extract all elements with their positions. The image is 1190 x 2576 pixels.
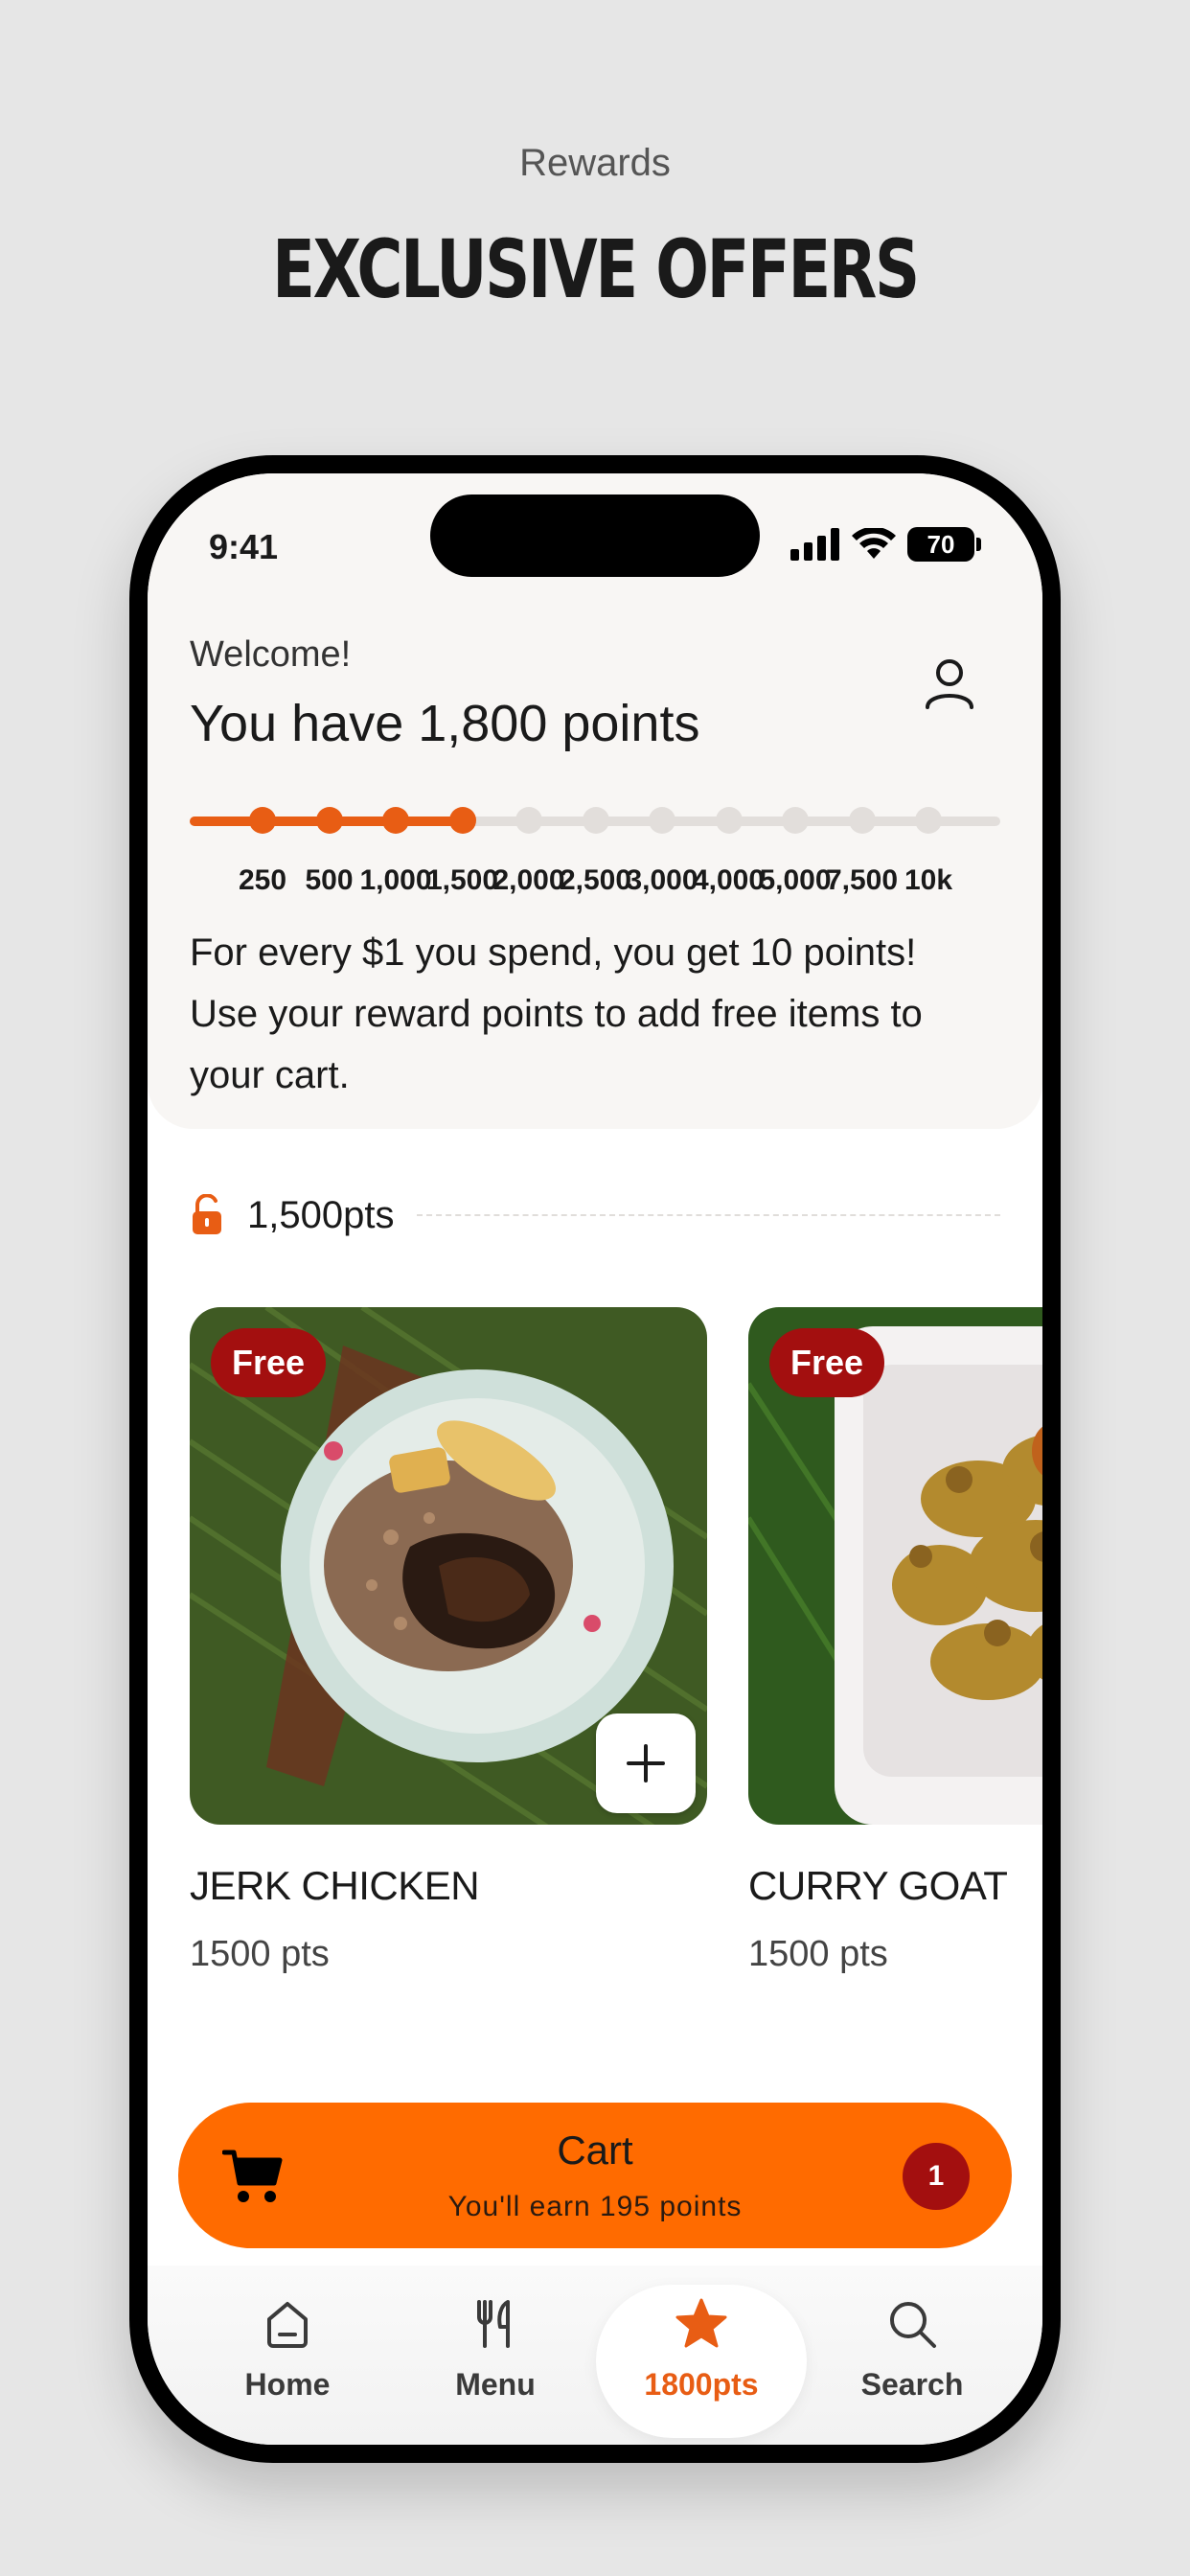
utensils-icon bbox=[477, 2300, 510, 2348]
add-to-cart-button[interactable] bbox=[596, 1714, 696, 1813]
free-badge: Free bbox=[211, 1328, 327, 1397]
points-title: You have 1,800 points bbox=[190, 695, 700, 752]
item-name: CURRY GOAT bbox=[748, 1863, 1008, 1908]
item-image[interactable]: Free bbox=[748, 1307, 1042, 1825]
milestone-dot bbox=[649, 807, 675, 834]
profile-icon[interactable] bbox=[918, 654, 981, 717]
milestone-label: 3,000 bbox=[626, 864, 698, 896]
item-name: JERK CHICKEN bbox=[190, 1863, 480, 1908]
dynamic-island bbox=[430, 494, 760, 577]
status-icons: 70 bbox=[790, 527, 981, 562]
milestone-label: 4,000 bbox=[692, 864, 766, 896]
reward-item-card[interactable]: Free CURRY GOAT 1500 pts bbox=[748, 1307, 1042, 1975]
tab-label: Menu bbox=[455, 2367, 536, 2402]
search-icon bbox=[890, 2302, 936, 2348]
milestone-dot bbox=[249, 807, 276, 834]
milestone-dot bbox=[448, 807, 476, 834]
tab-label: Search bbox=[860, 2367, 964, 2402]
unlock-icon bbox=[193, 1194, 221, 1234]
tab-label: Home bbox=[244, 2367, 331, 2402]
cart-button[interactable]: Cart You'll earn 195 points 1 bbox=[178, 2103, 1012, 2248]
milestone-dot bbox=[915, 807, 942, 834]
wifi-icon bbox=[852, 528, 896, 559]
battery-level: 70 bbox=[907, 527, 974, 562]
welcome-text: Welcome! bbox=[190, 634, 352, 675]
signal-icon bbox=[790, 528, 839, 561]
cart-title: Cart bbox=[557, 2128, 633, 2173]
battery-icon: 70 bbox=[907, 527, 981, 562]
milestone-label: 1,500 bbox=[425, 864, 499, 896]
milestone-dot bbox=[848, 807, 876, 834]
milestone-dot bbox=[315, 807, 343, 834]
milestone-dot bbox=[382, 807, 409, 834]
reward-item-card[interactable]: Free JERK CHICKEN 1500 pts bbox=[190, 1307, 707, 1975]
tier-header: 1,500pts bbox=[190, 1188, 1000, 1242]
tab-menu[interactable]: Menu bbox=[400, 2285, 591, 2438]
rewards-info-text: For every $1 you spend, you get 10 point… bbox=[190, 932, 923, 1096]
milestone-dot bbox=[782, 807, 809, 834]
promo-subtitle: Rewards bbox=[519, 142, 671, 184]
tab-search[interactable]: Search bbox=[816, 2285, 1008, 2438]
status-time: 9:41 bbox=[209, 527, 279, 566]
tab-bar: Home Menu 1800pts Search bbox=[148, 2266, 1042, 2445]
milestone-label: 7,500 bbox=[825, 864, 899, 896]
phone-frame: 9:41 70 Welcome! You have 1,800 points 2… bbox=[129, 455, 1061, 2463]
milestone-label: 10k bbox=[904, 864, 953, 896]
milestone-label: 500 bbox=[305, 864, 354, 896]
tier-label: 1,500pts bbox=[247, 1193, 395, 1236]
cart-count-badge: 1 bbox=[903, 2143, 970, 2210]
milestone-label: 1,000 bbox=[359, 864, 432, 896]
milestone-dot bbox=[715, 807, 743, 834]
item-image[interactable]: Free bbox=[190, 1307, 707, 1825]
cart-subtitle: You'll earn 195 points bbox=[447, 2191, 743, 2222]
item-points: 1500 pts bbox=[190, 1934, 330, 1974]
tier-divider bbox=[417, 1214, 1000, 1216]
tab-home[interactable]: Home bbox=[192, 2285, 383, 2438]
milestone-label: 2,000 bbox=[492, 864, 565, 896]
home-icon bbox=[267, 2302, 308, 2348]
phone-screen: 9:41 70 Welcome! You have 1,800 points 2… bbox=[148, 473, 1042, 2445]
plus-icon bbox=[627, 1744, 665, 1782]
free-badge: Free bbox=[769, 1328, 885, 1397]
item-points: 1500 pts bbox=[748, 1934, 888, 1974]
rewards-header: 9:41 70 Welcome! You have 1,800 points 2… bbox=[148, 473, 1042, 1129]
promo-title: EXCLUSIVE OFFERS bbox=[272, 222, 920, 316]
milestone-dot bbox=[515, 807, 542, 834]
tab-label: 1800pts bbox=[644, 2367, 759, 2402]
star-icon bbox=[675, 2298, 727, 2348]
points-progress-bar: 250 500 1,000 1,500 2,000 2,500 3,000 4,000 5,00… bbox=[190, 807, 1000, 932]
tab-rewards[interactable]: 1800pts bbox=[596, 2285, 807, 2438]
milestone-label: 250 bbox=[238, 864, 287, 896]
milestone-dot bbox=[582, 807, 609, 834]
milestone-label: 5,000 bbox=[759, 864, 832, 896]
milestone-label: 2,500 bbox=[559, 864, 632, 896]
